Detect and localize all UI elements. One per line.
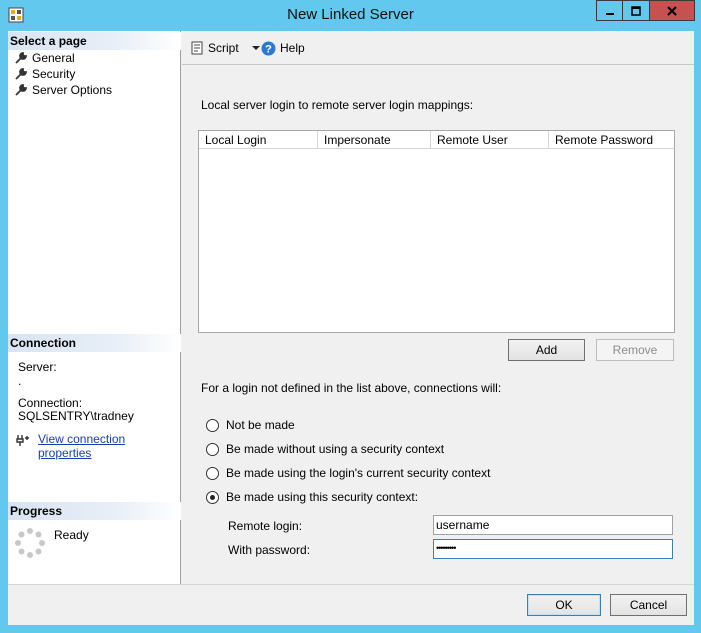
progress-spinner-icon [15,528,45,558]
dialog-client-area: Select a page General Security Server Op… [8,31,694,625]
option-this-security-context[interactable]: Be made using this security context: [206,489,418,505]
page-item-server-options[interactable]: Server Options [14,82,112,98]
page-item-label: General [32,51,75,65]
page-item-security[interactable]: Security [14,66,75,82]
plug-icon [16,435,29,446]
connection-value: SQLSENTRY\tradney [18,409,134,423]
radio-button[interactable] [206,466,219,480]
option-label: Be made without using a security context [226,442,445,456]
close-icon [667,5,677,16]
new-linked-server-window: New Linked Server Select a page General … [0,0,701,633]
add-button[interactable]: Add [508,339,585,361]
radio-button[interactable] [206,418,219,432]
login-mappings-grid[interactable]: Local Login Impersonate Remote User Remo… [198,130,675,333]
help-label: Help [280,41,305,55]
select-page-header: Select a page [8,32,181,50]
minimize-button[interactable] [596,0,623,21]
maximize-button[interactable] [622,0,649,21]
column-impersonate[interactable]: Impersonate [318,131,431,149]
option-label: Not be made [226,418,295,432]
progress-header: Progress [8,502,181,520]
option-current-security-context[interactable]: Be made using the login's current securi… [206,465,490,481]
page-item-label: Security [32,67,76,81]
remote-login-label: Remote login: [228,519,303,533]
undefined-login-caption: For a login not defined in the list abov… [201,381,502,395]
progress-status: Ready [54,528,89,542]
view-connection-properties-link[interactable]: View connection properties [38,432,180,460]
script-icon [191,41,203,55]
help-icon: ? [261,41,276,55]
server-value: . [18,374,22,388]
grid-header: Local Login Impersonate Remote User Remo… [199,131,674,149]
minimize-icon [606,12,614,15]
script-label: Script [208,41,239,55]
remote-login-input[interactable] [433,515,673,535]
close-button[interactable] [649,0,695,21]
option-label: Be made using this security context: [226,490,419,504]
remove-button[interactable]: Remove [596,339,674,361]
cancel-button[interactable]: Cancel [610,594,687,616]
ok-button[interactable]: OK [527,594,601,616]
right-pane: Script ? Help Local server login to remo… [182,31,694,584]
mappings-caption: Local server login to remote server logi… [201,98,474,112]
column-remote-user[interactable]: Remote User [431,131,549,149]
option-without-security-context[interactable]: Be made without using a security context [206,441,444,457]
page-item-general[interactable]: General [14,50,75,66]
left-pane: Select a page General Security Server Op… [8,31,181,584]
help-button[interactable]: ? Help [261,40,305,56]
password-input[interactable]: ••••••••• [433,539,673,559]
wrench-icon [15,68,27,80]
page-item-label: Server Options [32,83,113,97]
option-not-be-made[interactable]: Not be made [206,417,295,433]
radio-button[interactable] [206,442,219,456]
script-button[interactable]: Script [190,40,269,56]
radio-button-selected[interactable] [206,490,219,504]
connection-header: Connection [8,334,181,352]
column-local-login[interactable]: Local Login [199,131,318,149]
svg-text:?: ? [265,43,272,55]
title-bar: New Linked Server [0,0,701,30]
dialog-footer: OK Cancel [8,584,694,625]
server-label: Server: [18,360,57,374]
connection-label: Connection: [18,396,83,410]
wrench-icon [15,52,27,64]
password-label: With password: [228,543,311,557]
option-label: Be made using the login's current securi… [226,466,491,480]
maximize-icon [631,5,641,16]
column-remote-password[interactable]: Remote Password [549,131,674,149]
toolbar: Script ? Help [182,31,694,65]
wrench-icon [15,84,27,96]
